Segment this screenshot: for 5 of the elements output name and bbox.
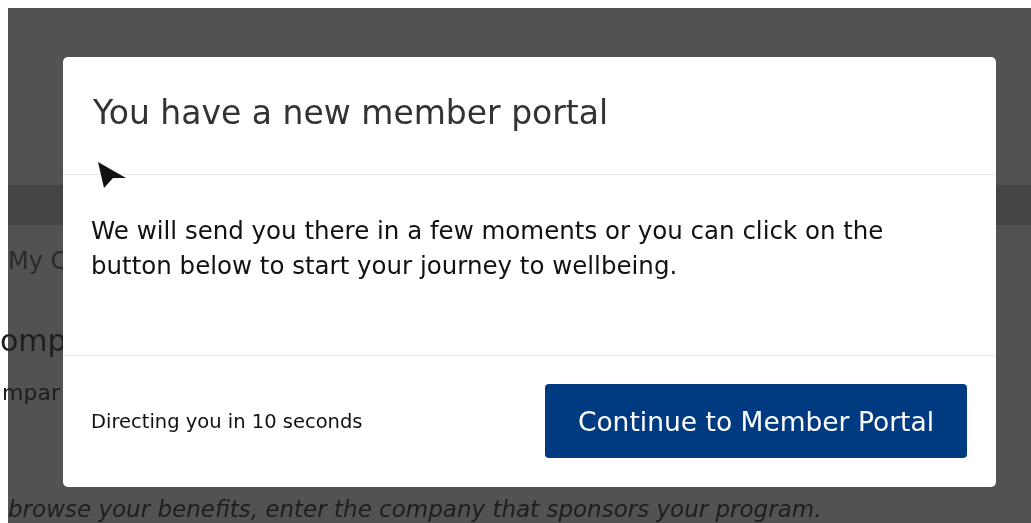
countdown-text: Directing you in 10 seconds: [91, 409, 363, 433]
dialog-message: We will send you there in a few moments or you can click on the button below to start your journey to wellbeing.: [90, 215, 885, 282]
continue-button[interactable]: Continue to Member Portal: [545, 384, 967, 458]
cursor-icon: [96, 160, 128, 190]
dialog-title: You have a new member portal: [92, 92, 610, 134]
